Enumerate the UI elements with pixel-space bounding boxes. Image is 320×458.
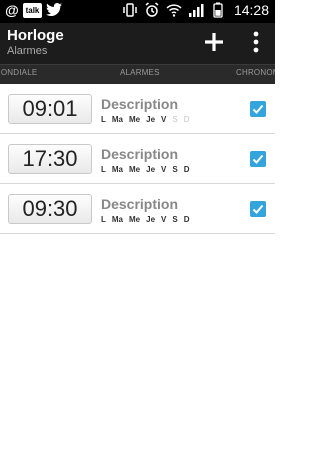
alarm-enabled-checkbox[interactable] — [250, 201, 266, 217]
day-label: D — [183, 115, 190, 124]
day-label: Je — [146, 165, 156, 174]
day-label: V — [161, 115, 167, 124]
battery-icon — [213, 2, 223, 18]
day-label: Ma — [111, 215, 124, 224]
alarm-time-button[interactable]: 09:01 — [8, 94, 92, 124]
day-label: Ma — [111, 115, 124, 124]
alarm-clock-icon — [145, 2, 159, 17]
app-subtitle: Alarmes — [7, 45, 48, 57]
day-label: Me — [129, 165, 141, 174]
alarm-days: L Ma Me Je V S D — [101, 115, 190, 124]
day-label: D — [183, 165, 190, 174]
day-label: L — [101, 115, 106, 124]
day-label: D — [183, 215, 190, 224]
alarm-time-button[interactable]: 09:30 — [8, 194, 92, 224]
day-label: Me — [129, 215, 141, 224]
alarm-row[interactable]: 09:30 Description L Ma Me Je V S D — [0, 184, 275, 234]
day-label: V — [161, 215, 167, 224]
tab-stopwatch[interactable]: CHRONOMÈTRE — [236, 68, 275, 77]
add-alarm-icon[interactable] — [200, 28, 228, 56]
alarm-enabled-checkbox[interactable] — [250, 101, 266, 117]
tab-bar: MONDIALE ALARMES CHRONOMÈTRE — [0, 64, 275, 84]
alarm-days: L Ma Me Je V S D — [101, 215, 190, 224]
day-label: S — [172, 215, 178, 224]
day-label: S — [172, 115, 178, 124]
vibrate-icon — [123, 3, 137, 17]
status-notifications: @ talk — [5, 2, 62, 18]
status-system: 14:28 — [122, 2, 269, 18]
alarm-row[interactable]: 09:01 Description L Ma Me Je V S D — [0, 84, 275, 134]
app-title: Horloge — [7, 27, 64, 44]
alarm-description: Description — [101, 196, 179, 212]
alarm-enabled-checkbox[interactable] — [250, 151, 266, 167]
overflow-menu-icon[interactable] — [246, 28, 266, 56]
alarm-description: Description — [101, 96, 179, 112]
day-label: Je — [146, 115, 156, 124]
checkmark-icon — [252, 154, 264, 164]
checkmark-icon — [252, 104, 264, 114]
alarm-description: Description — [101, 146, 179, 162]
status-bar: @ talk 14:28 — [0, 0, 275, 23]
day-label: Je — [146, 215, 156, 224]
talk-icon: talk — [23, 2, 42, 18]
action-bar: Horloge Alarmes — [0, 23, 275, 64]
tab-world-clock[interactable]: MONDIALE — [0, 68, 37, 77]
day-label: V — [161, 165, 167, 174]
alarm-time-button[interactable]: 17:30 — [8, 144, 92, 174]
day-label: Ma — [111, 165, 124, 174]
at-icon: @ — [5, 2, 19, 18]
alarm-list: 09:01 Description L Ma Me Je V S D 17:30… — [0, 84, 275, 234]
alarm-days: L Ma Me Je V S D — [101, 165, 190, 174]
day-label: L — [101, 215, 106, 224]
clock-time: 14:28 — [233, 2, 269, 18]
twitter-icon — [46, 3, 62, 16]
alarm-row[interactable]: 17:30 Description L Ma Me Je V S D — [0, 134, 275, 184]
checkmark-icon — [252, 204, 264, 214]
signal-icon — [188, 4, 204, 17]
day-label: S — [172, 165, 178, 174]
wifi-icon — [166, 4, 182, 17]
tab-alarms[interactable]: ALARMES — [120, 68, 160, 77]
day-label: L — [101, 165, 106, 174]
day-label: Me — [129, 115, 141, 124]
